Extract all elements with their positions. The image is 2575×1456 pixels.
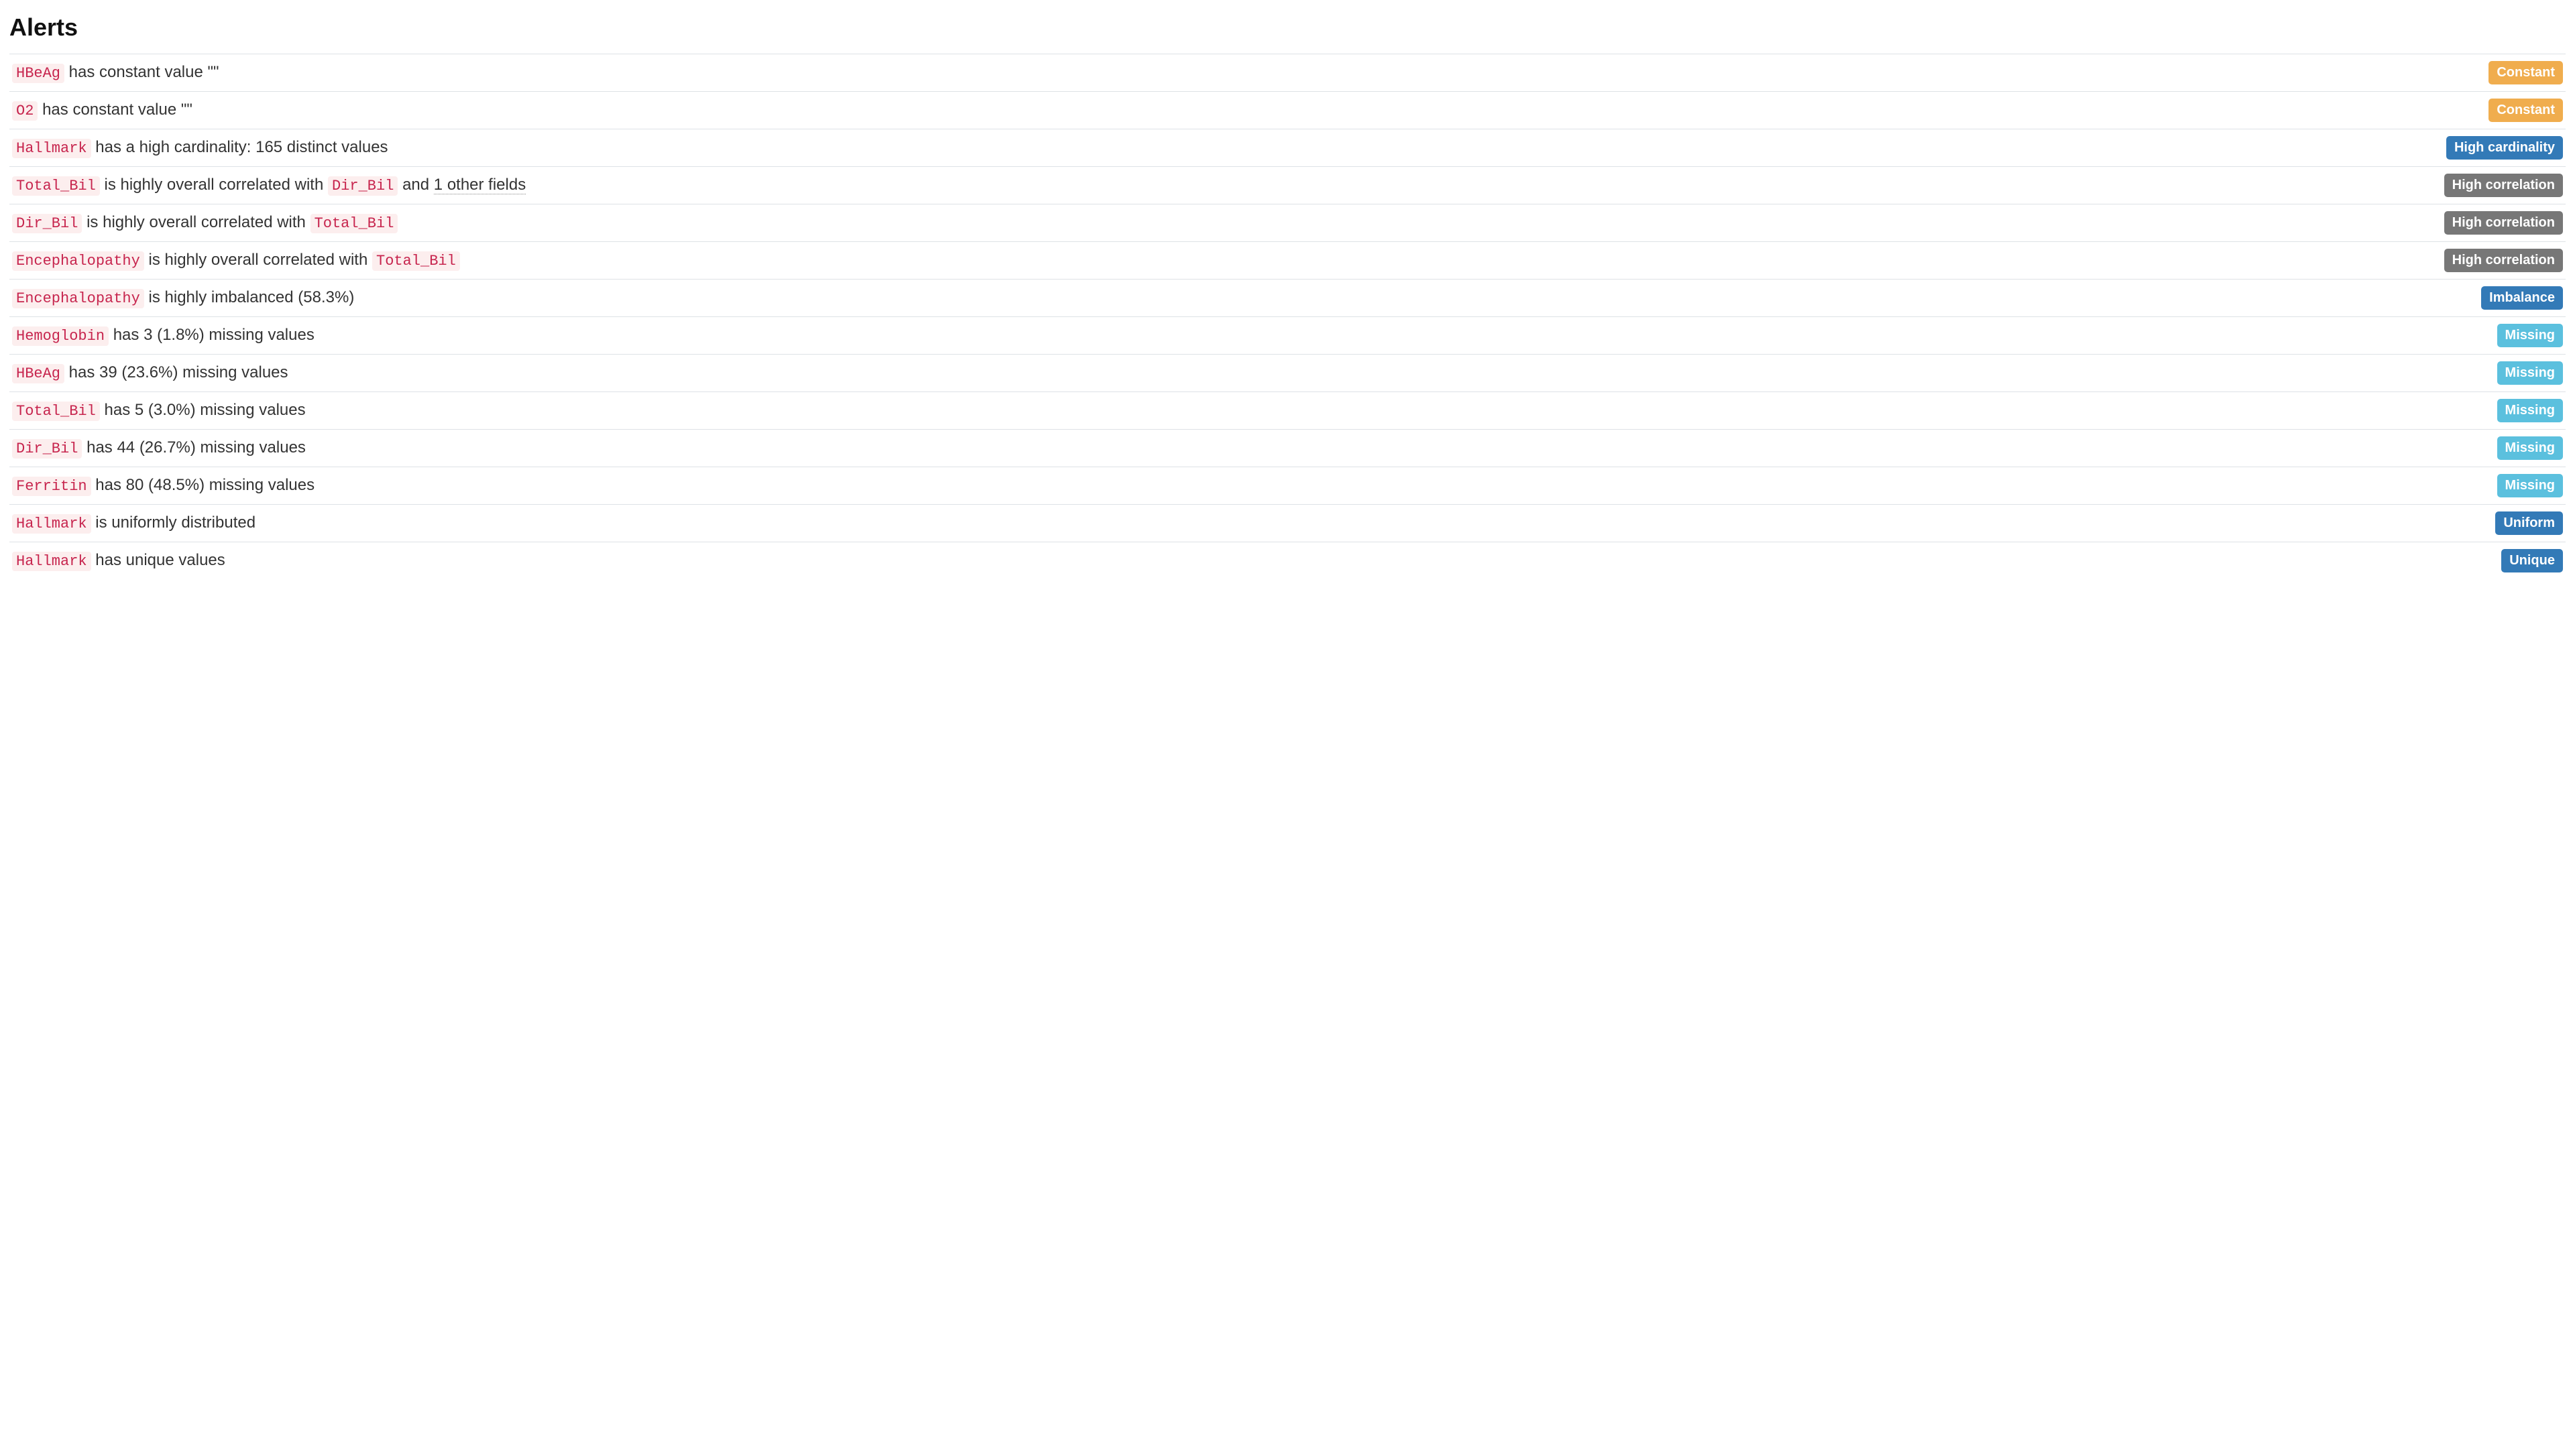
alert-badge-missing[interactable]: Missing bbox=[2497, 399, 2563, 422]
variable-name[interactable]: Dir_Bil bbox=[328, 176, 398, 196]
variable-name[interactable]: HBeAg bbox=[12, 364, 64, 383]
alert-badge-imbalance[interactable]: Imbalance bbox=[2481, 286, 2563, 310]
alert-description: Hallmark is uniformly distributed bbox=[9, 505, 2418, 542]
alert-badge-unique[interactable]: Unique bbox=[2501, 549, 2563, 572]
alert-badge-constant[interactable]: Constant bbox=[2488, 61, 2563, 84]
alert-description: Dir_Bil has 44 (26.7%) missing values bbox=[9, 430, 2418, 467]
alert-row: HBeAg has constant value "" Constant bbox=[9, 54, 2566, 92]
variable-name[interactable]: Encephalopathy bbox=[12, 289, 144, 308]
alert-badge-cell: Constant bbox=[2418, 92, 2566, 129]
alert-row: Total_Bil is highly overall correlated w… bbox=[9, 167, 2566, 204]
alert-badge-missing[interactable]: Missing bbox=[2497, 474, 2563, 497]
variable-name[interactable]: Hallmark bbox=[12, 139, 91, 158]
alert-row: Hemoglobin has 3 (1.8%) missing values Mi… bbox=[9, 317, 2566, 355]
variable-name[interactable]: Dir_Bil bbox=[12, 214, 82, 233]
alert-text: has 80 (48.5%) missing values bbox=[91, 476, 315, 494]
alert-text: has a high cardinality: 165 distinct val… bbox=[91, 138, 388, 156]
alert-row: HBeAg has 39 (23.6%) missing values Missi… bbox=[9, 355, 2566, 392]
other-fields-link[interactable]: 1 other fields bbox=[434, 176, 526, 194]
alert-description: Dir_Bil is highly overall correlated wit… bbox=[9, 204, 2418, 242]
alert-row: Hallmark is uniformly distributed Uniform bbox=[9, 505, 2566, 542]
alert-text: has constant value "" bbox=[38, 101, 192, 119]
alert-text: has 39 (23.6%) missing values bbox=[64, 363, 288, 381]
alert-badge-cell: High correlation bbox=[2418, 167, 2566, 204]
alert-text: is highly overall correlated with bbox=[100, 176, 328, 194]
variable-name[interactable]: Hemoglobin bbox=[12, 326, 109, 346]
alert-text: is uniformly distributed bbox=[91, 513, 255, 532]
alert-text: has unique values bbox=[91, 551, 225, 569]
alert-row: Encephalopathy is highly overall correla… bbox=[9, 242, 2566, 280]
alert-badge-missing[interactable]: Missing bbox=[2497, 361, 2563, 385]
variable-name[interactable]: O2 bbox=[12, 101, 38, 121]
alert-text: is highly overall correlated with bbox=[82, 213, 310, 231]
variable-name[interactable]: Total_Bil bbox=[12, 402, 100, 421]
alert-badge-cell: High cardinality bbox=[2418, 129, 2566, 167]
variable-name[interactable]: Dir_Bil bbox=[12, 439, 82, 459]
alert-row: Dir_Bil is highly overall correlated wit… bbox=[9, 204, 2566, 242]
alert-row: Hallmark has unique values Unique bbox=[9, 542, 2566, 580]
alert-text: is highly imbalanced (58.3%) bbox=[144, 288, 355, 306]
variable-name[interactable]: Ferritin bbox=[12, 477, 91, 496]
alert-row: O2 has constant value "" Constant bbox=[9, 92, 2566, 129]
alert-badge-constant[interactable]: Constant bbox=[2488, 99, 2563, 122]
alert-badge-missing[interactable]: Missing bbox=[2497, 324, 2563, 347]
alerts-heading: Alerts bbox=[9, 13, 2566, 42]
alert-badge-cell: Uniform bbox=[2418, 505, 2566, 542]
alert-badge-high-cardinality[interactable]: High cardinality bbox=[2446, 136, 2563, 160]
variable-name[interactable]: Encephalopathy bbox=[12, 251, 144, 271]
alert-text: is highly overall correlated with bbox=[144, 251, 372, 269]
alert-description: HBeAg has constant value "" bbox=[9, 54, 2418, 92]
alert-description: Encephalopathy is highly imbalanced (58.… bbox=[9, 280, 2418, 317]
alert-badge-cell: High correlation bbox=[2418, 204, 2566, 242]
alert-description: Hallmark has a high cardinality: 165 dis… bbox=[9, 129, 2418, 167]
alert-badge-cell: Missing bbox=[2418, 467, 2566, 505]
alert-text: has 3 (1.8%) missing values bbox=[109, 326, 314, 344]
variable-name[interactable]: Total_Bil bbox=[310, 214, 398, 233]
alert-row: Ferritin has 80 (48.5%) missing values Mi… bbox=[9, 467, 2566, 505]
alert-badge-high-correlation[interactable]: High correlation bbox=[2444, 174, 2563, 197]
alert-badge-cell: Missing bbox=[2418, 392, 2566, 430]
alert-badge-cell: Constant bbox=[2418, 54, 2566, 92]
alert-badge-cell: Unique bbox=[2418, 542, 2566, 580]
alert-text: has constant value "" bbox=[64, 63, 219, 81]
alert-description: HBeAg has 39 (23.6%) missing values bbox=[9, 355, 2418, 392]
alert-text: has 5 (3.0%) missing values bbox=[100, 401, 306, 419]
alert-description: Total_Bil is highly overall correlated w… bbox=[9, 167, 2418, 204]
alert-row: Hallmark has a high cardinality: 165 dis… bbox=[9, 129, 2566, 167]
variable-name[interactable]: Total_Bil bbox=[12, 176, 100, 196]
alert-description: Total_Bil has 5 (3.0%) missing values bbox=[9, 392, 2418, 430]
alert-badge-high-correlation[interactable]: High correlation bbox=[2444, 211, 2563, 235]
alert-text: and bbox=[398, 176, 433, 194]
variable-name[interactable]: Total_Bil bbox=[372, 251, 460, 271]
alerts-table: HBeAg has constant value ""ConstantO2 ha… bbox=[9, 54, 2566, 579]
alert-description: Encephalopathy is highly overall correla… bbox=[9, 242, 2418, 280]
alert-row: Encephalopathy is highly imbalanced (58.… bbox=[9, 280, 2566, 317]
alert-badge-cell: Missing bbox=[2418, 317, 2566, 355]
alert-description: Hallmark has unique values bbox=[9, 542, 2418, 580]
alert-badge-cell: Missing bbox=[2418, 430, 2566, 467]
variable-name[interactable]: Hallmark bbox=[12, 552, 91, 571]
alert-row: Dir_Bil has 44 (26.7%) missing values Mis… bbox=[9, 430, 2566, 467]
alert-badge-cell: Imbalance bbox=[2418, 280, 2566, 317]
alert-description: Hemoglobin has 3 (1.8%) missing values bbox=[9, 317, 2418, 355]
alert-description: O2 has constant value "" bbox=[9, 92, 2418, 129]
variable-name[interactable]: Hallmark bbox=[12, 514, 91, 534]
alert-badge-missing[interactable]: Missing bbox=[2497, 436, 2563, 460]
alert-badge-uniform[interactable]: Uniform bbox=[2495, 511, 2563, 535]
alert-text: has 44 (26.7%) missing values bbox=[82, 438, 306, 457]
alert-description: Ferritin has 80 (48.5%) missing values bbox=[9, 467, 2418, 505]
variable-name[interactable]: HBeAg bbox=[12, 64, 64, 83]
alert-badge-cell: High correlation bbox=[2418, 242, 2566, 280]
alert-badge-high-correlation[interactable]: High correlation bbox=[2444, 249, 2563, 272]
alert-badge-cell: Missing bbox=[2418, 355, 2566, 392]
alert-row: Total_Bil has 5 (3.0%) missing values Mis… bbox=[9, 392, 2566, 430]
